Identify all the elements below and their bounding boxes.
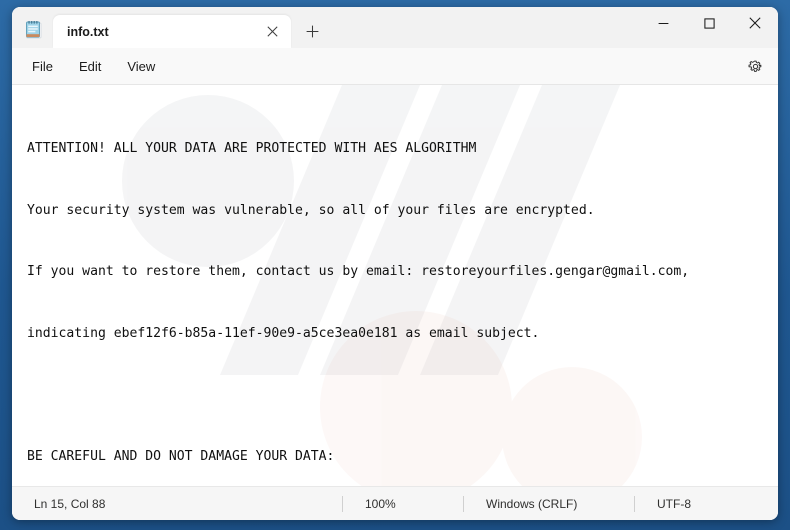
minimize-button[interactable] <box>640 7 686 39</box>
editor-line: indicating ebef12f6-b85a-11ef-90e9-a5ce3… <box>27 325 540 341</box>
notepad-icon <box>23 19 45 41</box>
tab-close-icon[interactable] <box>259 20 285 44</box>
status-zoom-level[interactable]: 100% <box>343 496 463 512</box>
editor-line: If you want to restore them, contact us … <box>27 264 690 279</box>
maximize-button[interactable] <box>686 7 732 39</box>
menu-bar: File Edit View <box>12 48 778 85</box>
tab-strip: info.txt <box>53 7 640 48</box>
gear-icon[interactable] <box>740 53 770 79</box>
status-encoding[interactable]: UTF-8 <box>635 496 707 512</box>
notepad-window: info.txt File Edit View ATTENTION! ALL Y… <box>12 7 778 520</box>
title-bar: info.txt <box>12 7 778 48</box>
status-line-ending[interactable]: Windows (CRLF) <box>464 496 634 512</box>
menu-item-edit[interactable]: Edit <box>66 55 114 78</box>
tab-info-txt[interactable]: info.txt <box>53 15 291 48</box>
menu-item-view[interactable]: View <box>114 55 168 78</box>
tab-title: info.txt <box>67 24 109 39</box>
new-tab-button[interactable] <box>297 16 327 46</box>
close-button[interactable] <box>732 7 778 39</box>
window-controls <box>640 7 778 48</box>
editor-text[interactable]: ATTENTION! ALL YOUR DATA ARE PROTECTED W… <box>12 85 778 486</box>
status-bar: Ln 15, Col 88 100% Windows (CRLF) UTF-8 <box>12 486 778 520</box>
status-cursor-position[interactable]: Ln 15, Col 88 <box>12 496 342 512</box>
editor-line: Your security system was vulnerable, so … <box>27 202 595 218</box>
editor-line: BE CAREFUL AND DO NOT DAMAGE YOUR DATA: <box>27 448 335 464</box>
editor-line: ATTENTION! ALL YOUR DATA ARE PROTECTED W… <box>27 141 477 156</box>
menu-item-file[interactable]: File <box>26 55 66 78</box>
editor-area[interactable]: ATTENTION! ALL YOUR DATA ARE PROTECTED W… <box>12 85 778 486</box>
